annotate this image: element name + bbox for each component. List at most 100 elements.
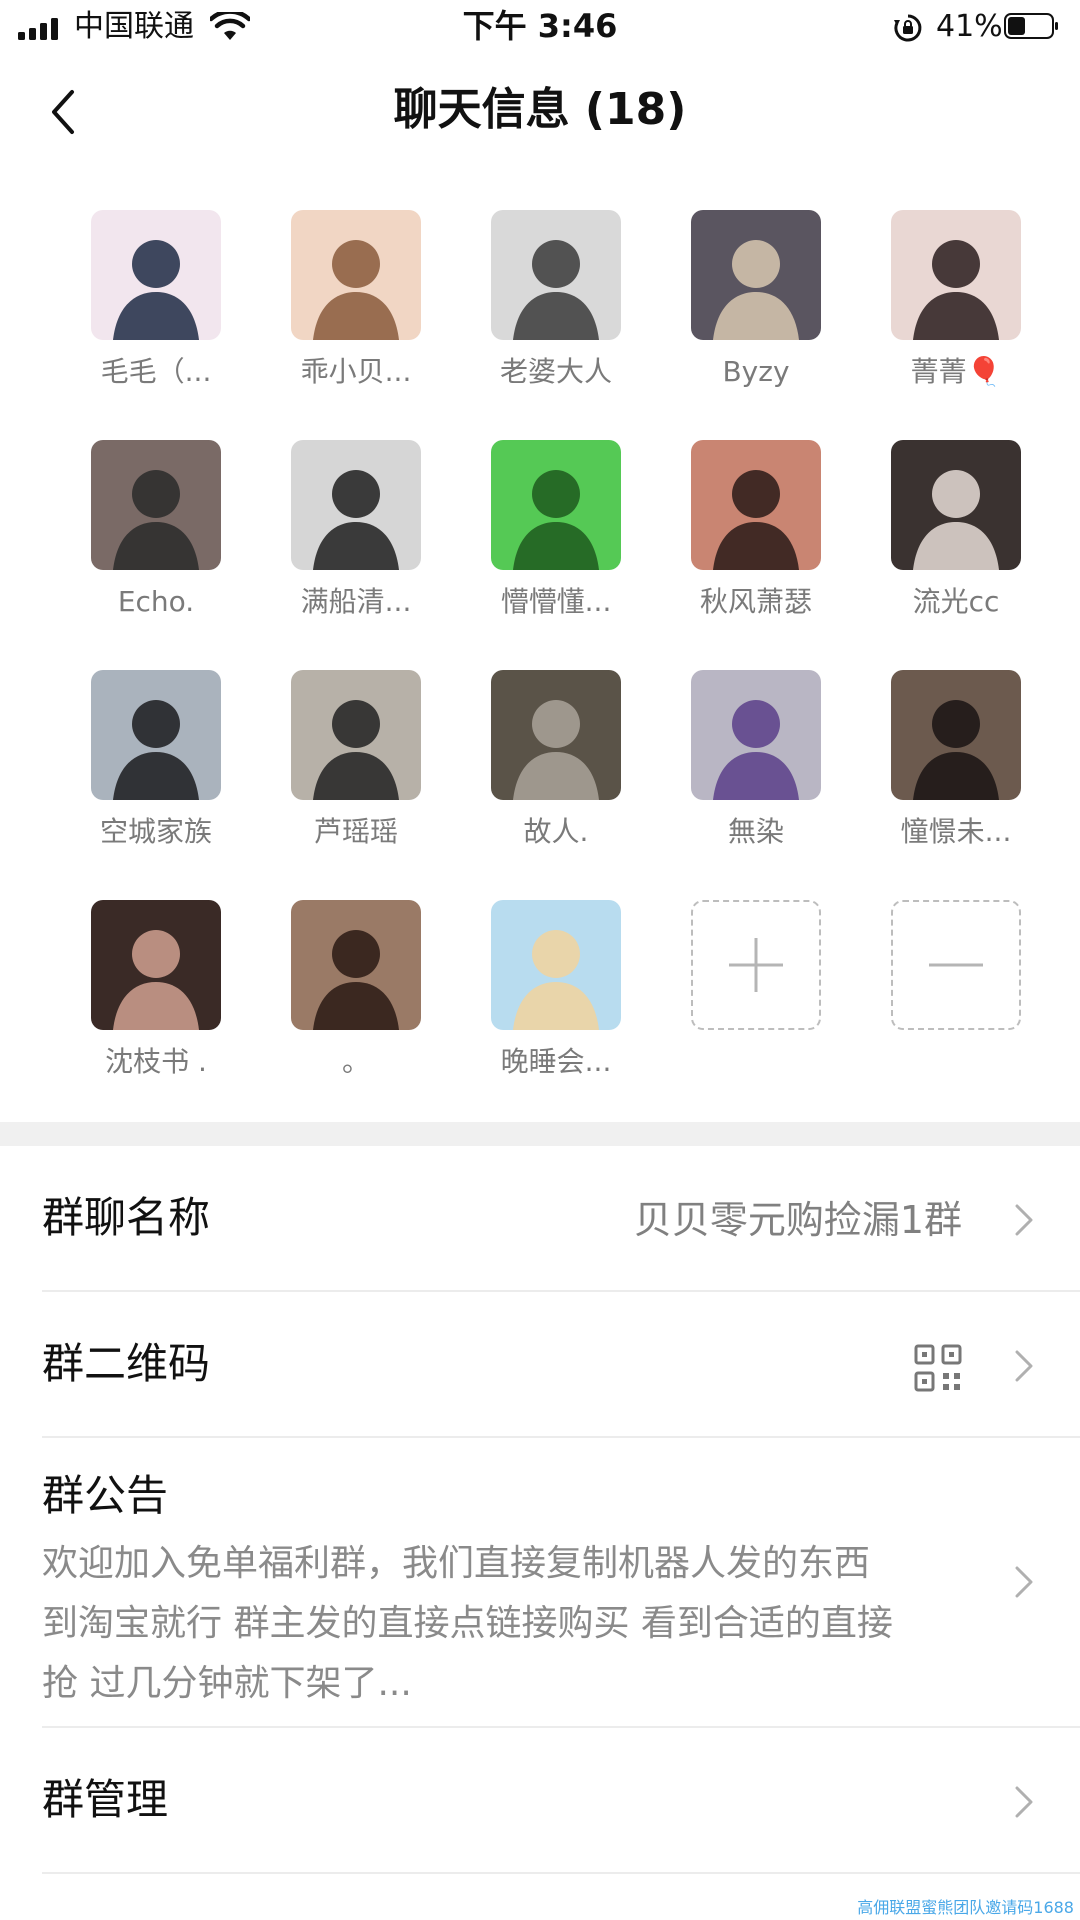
avatar-image xyxy=(113,700,199,800)
member-name: Byzy xyxy=(722,355,790,388)
group-name-value: 贝贝零元购捡漏1群 xyxy=(633,1198,962,1242)
member-name: 。 xyxy=(341,1045,370,1078)
member-avatar[interactable] xyxy=(491,670,621,800)
group-name-row[interactable]: 群聊名称 贝贝零元购捡漏1群 xyxy=(0,1146,1080,1292)
plus-icon xyxy=(729,938,783,992)
battery-icon xyxy=(1004,13,1058,39)
member-name: 芦瑶瑶 xyxy=(313,815,398,848)
avatar-image xyxy=(313,240,399,340)
member-avatar[interactable] xyxy=(491,440,621,570)
member-item[interactable]: 空城家族 xyxy=(56,670,256,866)
member-avatar[interactable] xyxy=(891,210,1021,340)
member-avatar[interactable] xyxy=(491,900,621,1030)
member-item[interactable]: 乖小贝... xyxy=(256,210,456,406)
row-divider xyxy=(42,1872,1080,1874)
member-avatar[interactable] xyxy=(691,210,821,340)
chevron-right-icon xyxy=(1015,1566,1033,1598)
member-item[interactable]: 懵懵懂... xyxy=(456,440,656,636)
member-name: Echo. xyxy=(117,585,195,618)
member-name: 老婆大人 xyxy=(499,355,612,388)
member-name: 乖小贝... xyxy=(300,355,412,388)
member-name: 菁菁🎈 xyxy=(910,355,1002,388)
rotation-lock-icon xyxy=(894,14,922,42)
group-qr-row[interactable]: 群二维码 xyxy=(0,1292,1080,1438)
chevron-right-icon xyxy=(1015,1786,1033,1818)
chevron-right-icon xyxy=(1015,1350,1033,1382)
member-item[interactable]: 满船清... xyxy=(256,440,456,636)
member-avatar[interactable] xyxy=(691,440,821,570)
member-item[interactable]: Echo. xyxy=(56,440,256,636)
member-avatar[interactable] xyxy=(291,440,421,570)
member-item[interactable]: Byzy xyxy=(656,210,856,406)
avatar-image xyxy=(713,700,799,800)
member-item[interactable]: 秋风萧瑟 xyxy=(656,440,856,636)
member-name: 故人. xyxy=(523,815,589,848)
group-manage-row[interactable]: 群管理 xyxy=(0,1728,1080,1874)
avatar-image xyxy=(513,700,599,800)
member-grid: 毛毛（... 乖小贝... 老婆大人 Byzy 菁菁🎈 Echo. 满船清... 懵懵懂...… xyxy=(56,210,1021,1096)
group-manage-label: 群管理 xyxy=(42,1775,169,1824)
avatar-image xyxy=(913,700,999,800)
member-avatar[interactable] xyxy=(291,210,421,340)
avatar-image xyxy=(513,930,599,1030)
member-name: 沈枝书 . xyxy=(105,1045,207,1078)
member-item[interactable]: 老婆大人 xyxy=(456,210,656,406)
member-avatar[interactable] xyxy=(91,670,221,800)
member-item[interactable]: 。 xyxy=(256,900,456,1096)
member-item[interactable]: 毛毛（... xyxy=(56,210,256,406)
member-name: 满船清... xyxy=(300,585,412,618)
member-avatar[interactable] xyxy=(291,670,421,800)
avatar-image xyxy=(113,470,199,570)
member-avatar[interactable] xyxy=(91,440,221,570)
qr-code-icon xyxy=(914,1344,962,1392)
member-name: 懵懵懂... xyxy=(500,585,612,618)
group-name-label: 群聊名称 xyxy=(42,1193,211,1242)
member-item[interactable]: 故人. xyxy=(456,670,656,866)
member-item[interactable]: 晚睡会... xyxy=(456,900,656,1096)
member-item[interactable]: 無染 xyxy=(656,670,856,866)
avatar-image xyxy=(713,240,799,340)
chevron-right-icon xyxy=(1015,1204,1033,1236)
member-item[interactable]: 憧憬未... xyxy=(856,670,1056,866)
avatar-image xyxy=(713,470,799,570)
member-avatar[interactable] xyxy=(891,670,1021,800)
group-qr-label: 群二维码 xyxy=(42,1339,211,1388)
settings-list: 群聊名称 贝贝零元购捡漏1群 群二维码 群公告 欢迎加入免单福利群，我们直接复制… xyxy=(0,1146,1080,1874)
member-item[interactable]: 芦瑶瑶 xyxy=(256,670,456,866)
group-notice-text: 欢迎加入免单福利群，我们直接复制机器人发的东西 到淘宝就行 群主发的直接点链接购… xyxy=(42,1543,893,1704)
minus-icon xyxy=(929,963,983,967)
member-item[interactable]: 菁菁🎈 xyxy=(856,210,1056,406)
member-avatar[interactable] xyxy=(691,670,821,800)
member-avatar[interactable] xyxy=(491,210,621,340)
member-item[interactable]: 流光cc xyxy=(856,440,1056,636)
member-item[interactable]: 沈枝书 . xyxy=(56,900,256,1096)
member-avatar[interactable] xyxy=(91,900,221,1030)
member-name: 流光cc xyxy=(912,585,1000,618)
member-avatar[interactable] xyxy=(91,210,221,340)
section-divider xyxy=(0,1122,1080,1146)
remove-member-tile[interactable] xyxy=(891,900,1021,1030)
member-name: 無染 xyxy=(727,815,784,848)
remove-member-button[interactable] xyxy=(856,900,1056,1096)
page-title: 聊天信息 (18) xyxy=(393,84,687,135)
nav-bar: 聊天信息 (18) xyxy=(0,66,1080,156)
avatar-image xyxy=(313,470,399,570)
add-member-tile[interactable] xyxy=(691,900,821,1030)
avatar-image xyxy=(313,700,399,800)
avatar-image xyxy=(513,240,599,340)
avatar-image xyxy=(913,470,999,570)
add-member-button[interactable] xyxy=(656,900,856,1096)
group-notice-row[interactable]: 群公告 欢迎加入免单福利群，我们直接复制机器人发的东西 到淘宝就行 群主发的直接… xyxy=(0,1438,1080,1728)
group-notice-label: 群公告 xyxy=(42,1471,169,1520)
avatar-image xyxy=(513,470,599,570)
member-name: 晚睡会... xyxy=(500,1045,612,1078)
battery-percent: 41% xyxy=(936,9,1003,44)
member-name: 秋风萧瑟 xyxy=(699,585,812,618)
status-bar: 中国联通 下午 3:46 41% xyxy=(0,0,1080,54)
member-avatar[interactable] xyxy=(291,900,421,1030)
member-name: 毛毛（... xyxy=(100,355,212,388)
avatar-image xyxy=(113,930,199,1030)
member-avatar[interactable] xyxy=(891,440,1021,570)
watermark: 高佣联盟蜜熊团队邀请码1688 xyxy=(857,1898,1074,1917)
member-name: 憧憬未... xyxy=(900,815,1012,848)
